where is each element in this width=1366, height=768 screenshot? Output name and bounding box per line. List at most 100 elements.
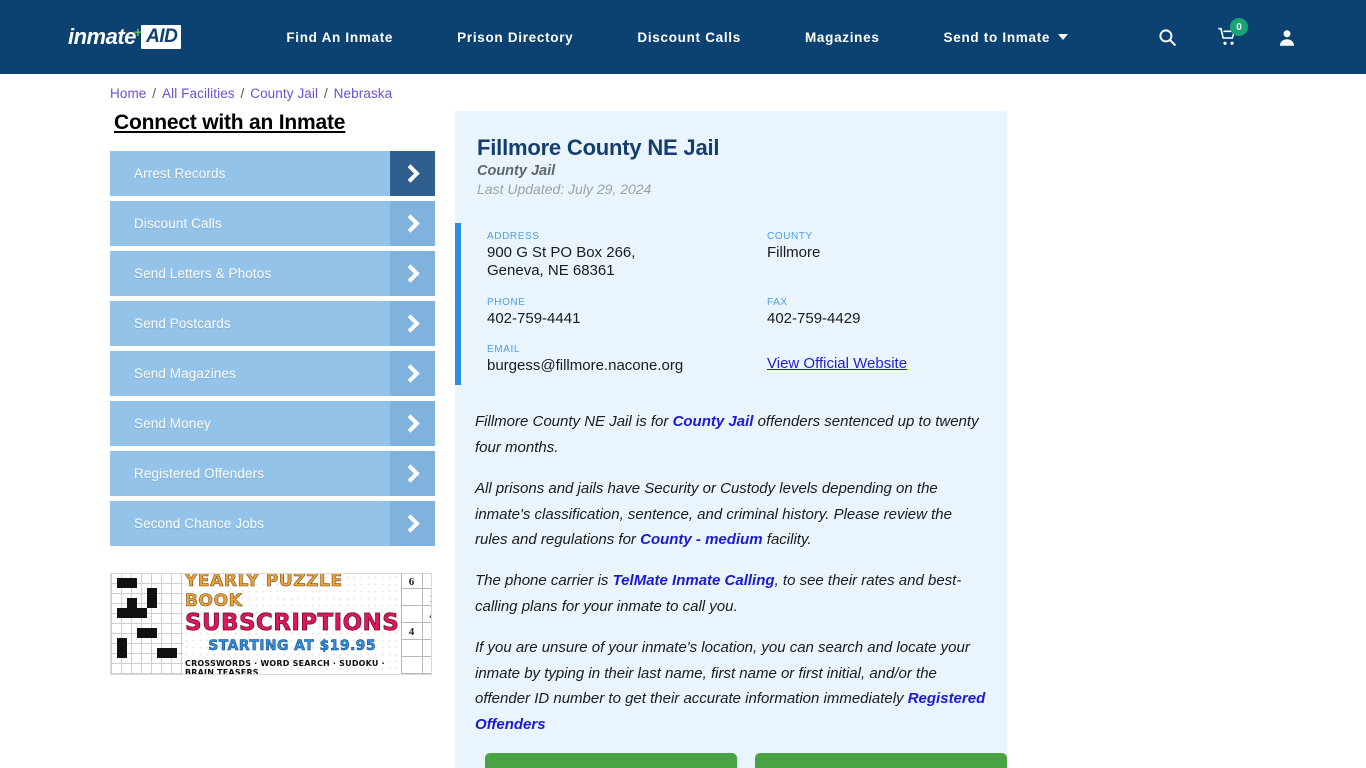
main-navigation: Find An Inmate Prison Directory Discount… bbox=[254, 30, 1100, 45]
sidebar-item-arrest-records[interactable]: Arrest Records bbox=[110, 151, 435, 196]
chevron-right-icon bbox=[390, 251, 435, 296]
sudoku-cell bbox=[401, 591, 422, 608]
description-paragraph-4: If you are unsure of your inmate's locat… bbox=[475, 635, 987, 738]
site-header: inmate + AID Find An Inmate Prison Direc… bbox=[0, 0, 1366, 74]
ad-line-4: CROSSWORDS · WORD SEARCH · SUDOKU · BRAI… bbox=[185, 659, 385, 675]
crossword-graphic bbox=[111, 574, 183, 674]
sidebar-item-send-letters-photos[interactable]: Send Letters & Photos bbox=[110, 251, 435, 296]
sidebar-item-label: Send Postcards bbox=[134, 316, 231, 331]
sidebar-item-label: Send Money bbox=[134, 416, 211, 431]
facility-description: Fillmore County NE Jail is for County Ja… bbox=[475, 409, 987, 738]
email-value: burgess@fillmore.nacone.org bbox=[487, 356, 684, 374]
sudoku-cell bbox=[422, 624, 431, 641]
sidebar-item-label: Second Chance Jobs bbox=[134, 516, 265, 531]
phone-value: 402-759-4441 bbox=[487, 309, 581, 327]
chevron-right-icon bbox=[390, 151, 435, 196]
p1-text-a: Fillmore County NE Jail is for bbox=[475, 413, 673, 431]
last-updated-text: Last Updated: July 29, 2024 bbox=[477, 181, 652, 197]
sudoku-cell bbox=[401, 657, 422, 674]
sidebar-item-second-chance-jobs[interactable]: Second Chance Jobs bbox=[110, 501, 435, 546]
address-label: ADDRESS bbox=[487, 231, 540, 242]
email-label: EMAIL bbox=[487, 343, 521, 355]
sudoku-cell bbox=[422, 657, 431, 674]
p4-text-a: If you are unsure of your inmate's locat… bbox=[475, 638, 970, 708]
breadcrumb-separator: / bbox=[236, 86, 249, 101]
header-icon-group: 0 bbox=[1158, 18, 1296, 47]
breadcrumb-item-all-facilities[interactable]: All Facilities bbox=[162, 86, 235, 101]
breadcrumb-item-county-jail[interactable]: County Jail bbox=[250, 86, 318, 101]
sudoku-cell: 6 bbox=[408, 576, 415, 589]
address-cell: ADDRESS 900 G St PO Box 266, Geneva, NE … bbox=[487, 231, 767, 281]
sidebar-item-send-postcards[interactable]: Send Postcards bbox=[110, 301, 435, 346]
address-line-2: Geneva, NE 68361 bbox=[487, 262, 615, 280]
description-paragraph-2: All prisons and jails have Security or C… bbox=[475, 476, 987, 553]
official-website-cell: View Official Website bbox=[767, 355, 1007, 375]
sudoku-cell bbox=[422, 574, 431, 591]
sudoku-cell bbox=[401, 641, 422, 658]
sudoku-cell bbox=[422, 641, 431, 658]
chevron-right-icon bbox=[390, 351, 435, 396]
cart-icon[interactable]: 0 bbox=[1217, 18, 1248, 47]
description-paragraph-1: Fillmore County NE Jail is for County Ja… bbox=[475, 409, 987, 461]
sudoku-cell: 4 bbox=[408, 626, 415, 639]
county-label: COUNTY bbox=[767, 231, 813, 242]
puzzle-book-ad-banner[interactable]: YEARLY PUZZLE BOOK SUBSCRIPTIONS STARTIN… bbox=[110, 573, 432, 675]
chevron-right-icon bbox=[390, 451, 435, 496]
description-paragraph-3: The phone carrier is TelMate Inmate Call… bbox=[475, 568, 987, 620]
facility-info-block: ADDRESS 900 G St PO Box 266, Geneva, NE … bbox=[455, 223, 1007, 386]
sidebar-item-label: Discount Calls bbox=[134, 216, 222, 231]
fax-cell: FAX 402-759-4429 bbox=[767, 297, 1007, 328]
address-value: 900 G St PO Box 266, Geneva, NE 68361 bbox=[487, 244, 767, 281]
nav-item-magazines[interactable]: Magazines bbox=[773, 30, 912, 45]
breadcrumb-item-home[interactable]: Home bbox=[110, 86, 146, 101]
cta-button-secondary[interactable] bbox=[755, 752, 1007, 768]
county-value: Fillmore bbox=[767, 244, 821, 261]
breadcrumb-item-nebraska[interactable]: Nebraska bbox=[334, 86, 393, 101]
chevron-right-icon bbox=[390, 401, 435, 446]
county-cell: COUNTY Fillmore bbox=[767, 231, 1007, 281]
ad-line-2: SUBSCRIPTIONS bbox=[185, 610, 400, 636]
user-account-icon[interactable] bbox=[1278, 28, 1296, 47]
sidebar-item-send-magazines[interactable]: Send Magazines bbox=[110, 351, 435, 396]
search-icon[interactable] bbox=[1158, 28, 1177, 47]
breadcrumb-separator: / bbox=[148, 86, 160, 101]
fax-value: 402-759-4429 bbox=[767, 309, 861, 327]
cta-button-primary[interactable] bbox=[485, 752, 737, 768]
address-line-1: 900 G St PO Box 266, bbox=[487, 244, 636, 261]
phone-cell: PHONE 402-759-4441 bbox=[487, 297, 767, 328]
breadcrumb: Home / All Facilities / County Jail / Ne… bbox=[0, 74, 1366, 101]
sidebar-item-registered-offenders[interactable]: Registered Offenders bbox=[110, 451, 435, 496]
nav-item-send-to-inmate[interactable]: Send to Inmate bbox=[912, 30, 1101, 45]
sidebar-item-label: Registered Offenders bbox=[134, 466, 265, 481]
logo-text-inmate: inmate bbox=[68, 24, 136, 49]
email-cell: EMAIL burgess@fillmore.nacone.org bbox=[487, 344, 767, 375]
sidebar-item-send-money[interactable]: Send Money bbox=[110, 401, 435, 446]
nav-item-discount-calls[interactable]: Discount Calls bbox=[605, 30, 773, 45]
sidebar-item-label: Arrest Records bbox=[134, 166, 226, 181]
sidebar: Connect with an Inmate Arrest Records Di… bbox=[110, 111, 435, 675]
fax-label: FAX bbox=[767, 296, 788, 308]
p3-link-telmate[interactable]: TelMate Inmate Calling bbox=[613, 572, 775, 589]
ad-line-3: STARTING AT $19.95 bbox=[208, 638, 376, 655]
facility-type: County Jail bbox=[477, 163, 556, 179]
sidebar-item-discount-calls[interactable]: Discount Calls bbox=[110, 201, 435, 246]
chevron-right-icon bbox=[390, 301, 435, 346]
logo-text-aid: AID bbox=[141, 25, 182, 49]
sudoku-cell: 1 bbox=[422, 591, 431, 608]
inmateaid-logo[interactable]: inmate + AID bbox=[68, 22, 182, 52]
nav-item-prison-directory[interactable]: Prison Directory bbox=[425, 30, 605, 45]
sidebar-title: Connect with an Inmate bbox=[114, 111, 346, 134]
chevron-down-icon bbox=[1058, 34, 1069, 40]
nav-label: Magazines bbox=[804, 29, 880, 45]
p3-text-a: The phone carrier is bbox=[475, 572, 613, 590]
nav-item-find-an-inmate[interactable]: Find An Inmate bbox=[254, 30, 425, 45]
view-official-website-link[interactable]: View Official Website bbox=[767, 355, 907, 372]
p2-link-county-medium[interactable]: County - medium bbox=[640, 531, 763, 548]
sudoku-graphic: 6 1 4 4 9 5 2 bbox=[401, 574, 431, 674]
nav-label: Find An Inmate bbox=[286, 29, 394, 45]
cta-button-row bbox=[485, 752, 1007, 768]
nav-label: Discount Calls bbox=[637, 29, 741, 45]
ad-text: YEARLY PUZZLE BOOK SUBSCRIPTIONS STARTIN… bbox=[183, 574, 401, 674]
p1-link-county-jail[interactable]: County Jail bbox=[673, 413, 754, 430]
page-title: Fillmore County NE Jail bbox=[477, 135, 720, 160]
